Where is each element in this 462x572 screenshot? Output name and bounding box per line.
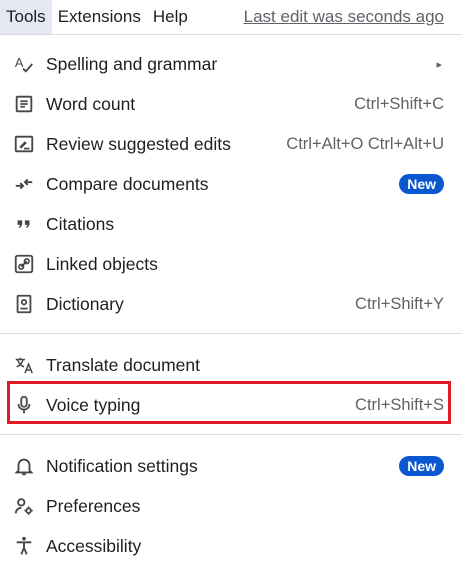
translate-icon (12, 353, 36, 377)
menu-item-label: Dictionary (46, 293, 124, 314)
menu-item-shortcut: Ctrl+Shift+Y (355, 294, 444, 313)
menu-item-label: Voice typing (46, 394, 141, 415)
compare-icon (12, 172, 36, 196)
preferences-icon (12, 494, 36, 518)
menu-tools[interactable]: Tools (0, 0, 52, 34)
spellcheck-icon: A (12, 52, 36, 76)
menu-item-label: Citations (46, 213, 115, 234)
quote-icon (12, 212, 36, 236)
menu-item-label: Spelling and grammar (46, 53, 218, 74)
book-icon (12, 292, 36, 316)
new-badge: New (399, 456, 444, 476)
menu-item-label: Word count (46, 93, 136, 114)
menu-divider (0, 333, 462, 334)
link-icon (12, 252, 36, 276)
menu-item-label: Linked objects (46, 253, 158, 274)
review-edits-icon (12, 132, 36, 156)
svg-text:A: A (15, 55, 24, 70)
menu-item-notification-settings[interactable]: Notification settings New (0, 446, 462, 486)
menu-item-label: Review suggested edits (46, 133, 231, 154)
menu-item-label: Notification settings (46, 455, 198, 476)
menu-item-accessibility[interactable]: Accessibility (0, 526, 462, 566)
menu-item-translate-document[interactable]: Translate document (0, 345, 462, 385)
menu-item-spelling-grammar[interactable]: A Spelling and grammar ▸ (0, 44, 462, 84)
menu-item-preferences[interactable]: Preferences (0, 486, 462, 526)
menu-item-dictionary[interactable]: Dictionary Ctrl+Shift+Y (0, 284, 462, 324)
menu-item-label: Compare documents (46, 173, 209, 194)
menu-help[interactable]: Help (147, 0, 194, 34)
menu-item-review-suggested-edits[interactable]: Review suggested edits Ctrl+Alt+O Ctrl+A… (0, 124, 462, 164)
menu-item-label: Accessibility (46, 535, 142, 556)
menu-item-voice-typing[interactable]: Voice typing Ctrl+Shift+S (0, 385, 462, 425)
microphone-icon (12, 393, 36, 417)
tools-dropdown-menu: A Spelling and grammar ▸ Word count Ctrl… (0, 34, 462, 572)
menu-item-citations[interactable]: Citations (0, 204, 462, 244)
submenu-arrow-icon: ▸ (436, 58, 442, 71)
word-count-icon (12, 92, 36, 116)
menu-bar: Tools Extensions Help Last edit was seco… (0, 0, 462, 34)
menu-extensions[interactable]: Extensions (52, 0, 147, 34)
menu-divider (0, 434, 462, 435)
menu-item-label: Translate document (46, 354, 201, 375)
menu-item-compare-documents[interactable]: Compare documents New (0, 164, 462, 204)
menu-item-label: Preferences (46, 495, 141, 516)
bell-icon (12, 454, 36, 478)
menu-item-word-count[interactable]: Word count Ctrl+Shift+C (0, 84, 462, 124)
menu-item-linked-objects[interactable]: Linked objects (0, 244, 462, 284)
menu-item-shortcut: Ctrl+Shift+C (354, 94, 444, 113)
accessibility-icon (12, 534, 36, 558)
menu-item-shortcut: Ctrl+Shift+S (355, 395, 444, 414)
menu-item-shortcut: Ctrl+Alt+O Ctrl+Alt+U (286, 134, 444, 153)
last-edit-link[interactable]: Last edit was seconds ago (244, 7, 444, 27)
new-badge: New (399, 174, 444, 194)
